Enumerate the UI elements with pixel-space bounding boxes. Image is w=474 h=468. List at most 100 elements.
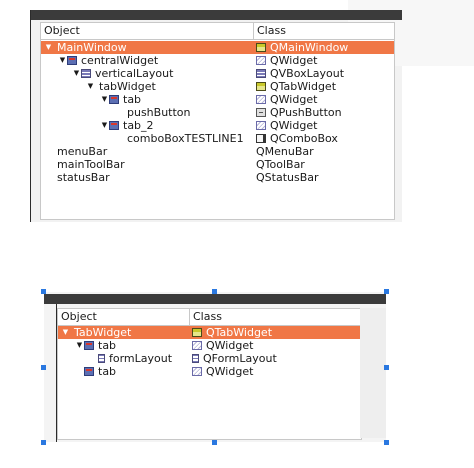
object-cell: ▼ TabWidget <box>61 326 132 339</box>
tree-row[interactable]: ▼ tab_2 QWidget <box>41 119 394 132</box>
vbox-layout-icon <box>81 69 91 78</box>
tree-row[interactable]: ▼ tabWidget QTabWidget <box>41 80 394 93</box>
tree-row[interactable]: mainToolBar QToolBar <box>41 158 394 171</box>
push-button-icon <box>256 108 266 117</box>
class-name: QComboBox <box>270 132 338 145</box>
bottom-panel-titlebar[interactable] <box>44 294 386 304</box>
tree-row[interactable]: ▼ MainWindow QMainWindow <box>41 41 394 54</box>
top-panel-titlebar[interactable] <box>30 10 402 20</box>
object-name: centralWidget <box>81 54 159 67</box>
object-cell: ▼ tabWidget <box>86 80 156 93</box>
tree-row[interactable]: ▼ TabWidget QTabWidget <box>58 326 361 339</box>
widget-icon <box>192 341 202 350</box>
object-cell: formLayout <box>89 352 172 365</box>
widget-tab-icon <box>67 56 77 65</box>
widget-icon <box>256 56 266 65</box>
class-name: QTabWidget <box>206 326 273 339</box>
object-name: tab <box>98 339 117 352</box>
object-cell: tab <box>75 365 116 378</box>
expand-arrow-icon[interactable]: ▼ <box>100 93 109 106</box>
resize-handle-middle-left[interactable] <box>41 365 46 370</box>
object-cell: menuBar <box>44 145 107 158</box>
tree-row[interactable]: menuBar QMenuBar <box>41 145 394 158</box>
expand-arrow-icon[interactable]: ▼ <box>61 326 70 339</box>
object-name: tabWidget <box>99 80 156 93</box>
resize-handle-middle-right[interactable] <box>384 365 389 370</box>
class-name: QMenuBar <box>256 145 314 158</box>
resize-handle-bottom-right[interactable] <box>384 440 389 445</box>
vbox-layout-icon <box>256 69 266 78</box>
expand-arrow-icon[interactable]: ▼ <box>75 339 84 352</box>
top-tree-header: Object Class <box>41 23 394 40</box>
widget-tab-icon <box>84 341 94 350</box>
expand-arrow-icon[interactable]: ▼ <box>72 67 81 80</box>
widget-icon <box>256 95 266 104</box>
object-cell: pushButton <box>114 106 191 119</box>
main-window-icon <box>256 43 266 52</box>
widget-icon <box>256 121 266 130</box>
object-cell: ▼ tab <box>100 93 141 106</box>
resize-handle-top-right[interactable] <box>384 289 389 294</box>
tree-row[interactable]: formLayout QFormLayout <box>58 352 361 365</box>
tab-widget-icon <box>192 328 202 337</box>
tree-row[interactable]: ▼ tab QWidget <box>41 93 394 106</box>
class-cell: QWidget <box>256 93 317 106</box>
object-cell: comboBoxTESTLINE1 <box>114 132 244 145</box>
expand-arrow-icon[interactable]: ▼ <box>100 119 109 132</box>
bottom-tree-header: Object Class <box>58 309 361 326</box>
form-layout-icon <box>98 354 105 363</box>
tree-row[interactable]: statusBar QStatusBar <box>41 171 394 184</box>
object-name: MainWindow <box>57 41 127 54</box>
object-name: formLayout <box>109 352 173 365</box>
tree-row[interactable]: tab QWidget <box>58 365 361 378</box>
class-name: QWidget <box>206 339 254 352</box>
object-cell: mainToolBar <box>44 158 125 171</box>
class-cell: QComboBox <box>256 132 338 145</box>
resize-handle-top-center[interactable] <box>212 289 217 294</box>
class-cell: QPushButton <box>256 106 342 119</box>
widget-tab-icon <box>109 121 119 130</box>
bottom-panel-right-shade <box>360 308 386 438</box>
widget-tab-icon <box>84 367 94 376</box>
class-name: QMainWindow <box>270 41 349 54</box>
class-cell: QWidget <box>192 339 253 352</box>
form-layout-icon <box>192 354 199 363</box>
resize-handle-bottom-left[interactable] <box>41 440 46 445</box>
object-name: tab <box>123 93 142 106</box>
resize-handle-top-left[interactable] <box>41 289 46 294</box>
class-name: QWidget <box>270 54 318 67</box>
class-cell: QWidget <box>192 365 253 378</box>
class-cell: QFormLayout <box>192 352 277 365</box>
class-name: QTabWidget <box>270 80 337 93</box>
object-cell: ▼ tab_2 <box>100 119 154 132</box>
top-panel-left-border <box>30 10 31 222</box>
class-cell: QToolBar <box>256 158 305 171</box>
tree-row[interactable]: ▼ centralWidget QWidget <box>41 54 394 67</box>
object-name: mainToolBar <box>57 158 125 171</box>
object-name: TabWidget <box>74 326 132 339</box>
tree-row[interactable]: ▼ tab QWidget <box>58 339 361 352</box>
object-name: verticalLayout <box>95 67 174 80</box>
header-object[interactable]: Object <box>58 309 97 325</box>
tab-widget-icon <box>256 82 266 91</box>
class-name: QWidget <box>206 365 254 378</box>
class-cell: QMainWindow <box>256 41 348 54</box>
expand-arrow-icon[interactable]: ▼ <box>44 41 53 54</box>
header-class[interactable]: Class <box>254 23 286 39</box>
expand-arrow-icon[interactable]: ▼ <box>58 54 67 67</box>
class-name: QStatusBar <box>256 171 319 184</box>
expand-arrow-icon[interactable]: ▼ <box>86 80 95 93</box>
tree-row[interactable]: comboBoxTESTLINE1 QComboBox <box>41 132 394 145</box>
class-cell: QWidget <box>256 54 317 67</box>
object-name: pushButton <box>127 106 191 119</box>
header-object[interactable]: Object <box>41 23 80 39</box>
tree-row[interactable]: pushButton QPushButton <box>41 106 394 119</box>
header-class[interactable]: Class <box>190 309 222 325</box>
top-object-tree[interactable]: Object Class ▼ MainWindow QMainWindow ▼ cent… <box>40 22 395 220</box>
resize-handle-bottom-center[interactable] <box>212 440 217 445</box>
object-cell: ▼ verticalLayout <box>72 67 174 80</box>
class-name: QToolBar <box>256 158 305 171</box>
object-name: statusBar <box>57 171 110 184</box>
bottom-object-tree[interactable]: Object Class ▼ TabWidget QTabWidget ▼ tab QWi… <box>57 308 362 440</box>
tree-row[interactable]: ▼ verticalLayout QVBoxLayout <box>41 67 394 80</box>
